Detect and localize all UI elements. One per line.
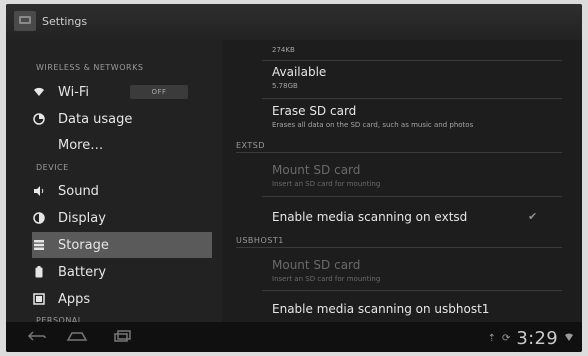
erase-sd-card-subtitle: Erases all data on the SD card, such as …: [272, 121, 474, 129]
navigation-bar: ⇡ ⟳ 3:29: [6, 322, 582, 352]
sidebar-item-label: Battery: [58, 264, 107, 280]
display-icon: [32, 211, 46, 225]
sidebar-item-label: Data usage: [58, 111, 133, 127]
storage-details: 274KB Available 5.78GB Erase SD card Era…: [222, 40, 582, 322]
battery-icon: [32, 265, 46, 279]
sidebar-item-label: More…: [58, 137, 104, 153]
sidebar-item-storage[interactable]: Storage: [32, 232, 212, 258]
checkmark-icon[interactable]: ✔: [528, 210, 537, 223]
wifi-status-icon: [564, 332, 574, 345]
sidebar-item-label: Sound: [58, 183, 99, 199]
section-divider: [236, 152, 562, 153]
storage-icon: [32, 238, 46, 252]
divider: [262, 60, 562, 61]
divider: [262, 98, 562, 99]
sidebar-item-label: Apps: [58, 291, 91, 307]
apps-icon: [32, 292, 46, 306]
top-size-value: 274KB: [272, 46, 295, 54]
erase-sd-card-title: Erase SD card: [272, 104, 357, 118]
sidebar-item-sound[interactable]: Sound: [32, 178, 212, 204]
window-title: Settings: [42, 15, 88, 28]
wifi-icon: [32, 85, 46, 99]
sidebar-item-label: Storage: [58, 237, 109, 253]
enable-media-scanning-usbhost-title: Enable media scanning on usbhost1: [272, 302, 490, 316]
clock-time: 3:29: [516, 328, 558, 349]
back-icon[interactable]: [24, 328, 50, 344]
status-area[interactable]: ⇡ ⟳ 3:29: [488, 328, 574, 349]
divider: [262, 196, 562, 197]
data-usage-icon: [32, 112, 46, 126]
available-value: 5.78GB: [272, 82, 298, 90]
sidebar-item-more[interactable]: More…: [58, 132, 212, 158]
sidebar-item-label: Display: [58, 210, 106, 226]
speaker-icon: [32, 184, 46, 198]
sidebar-item-data-usage[interactable]: Data usage: [32, 106, 212, 132]
sidebar-item-display[interactable]: Display: [32, 205, 212, 231]
mount-extsd-title: Mount SD card: [272, 163, 361, 177]
title-bar: Settings: [6, 4, 582, 40]
mount-usbhost-subtitle: Insert an SD card for mounting: [272, 275, 381, 283]
divider: [262, 290, 562, 291]
wifi-toggle[interactable]: OFF: [130, 85, 188, 99]
sidebar-item-label: Wi-Fi: [58, 84, 90, 100]
sync-icon: ⟳: [501, 333, 511, 344]
mount-usbhost-title: Mount SD card: [272, 258, 361, 272]
enable-media-scanning-extsd-title: Enable media scanning on extsd: [272, 210, 468, 224]
section-extsd: EXTSD: [236, 141, 266, 150]
mount-extsd-subtitle: Insert an SD card for mounting: [272, 180, 381, 188]
home-icon[interactable]: [64, 328, 90, 344]
usb-icon: ⇡: [487, 333, 496, 344]
sidebar-item-battery[interactable]: Battery: [32, 259, 212, 285]
sidebar-item-apps[interactable]: Apps: [32, 286, 212, 312]
screen: Settings WIRELESS & NETWORKS Wi-Fi OFF D…: [6, 4, 582, 352]
settings-app-icon: [14, 11, 36, 31]
section-header-device: DEVICE: [36, 163, 69, 172]
sidebar-item-wifi[interactable]: Wi-Fi OFF: [32, 79, 212, 105]
section-divider: [236, 247, 562, 248]
section-header-wireless: WIRELESS & NETWORKS: [36, 63, 144, 72]
recent-apps-icon[interactable]: [110, 328, 136, 344]
settings-sidebar: WIRELESS & NETWORKS Wi-Fi OFF Data usage…: [6, 40, 222, 325]
section-usbhost1: USBHOST1: [236, 236, 284, 245]
available-title: Available: [272, 65, 327, 79]
